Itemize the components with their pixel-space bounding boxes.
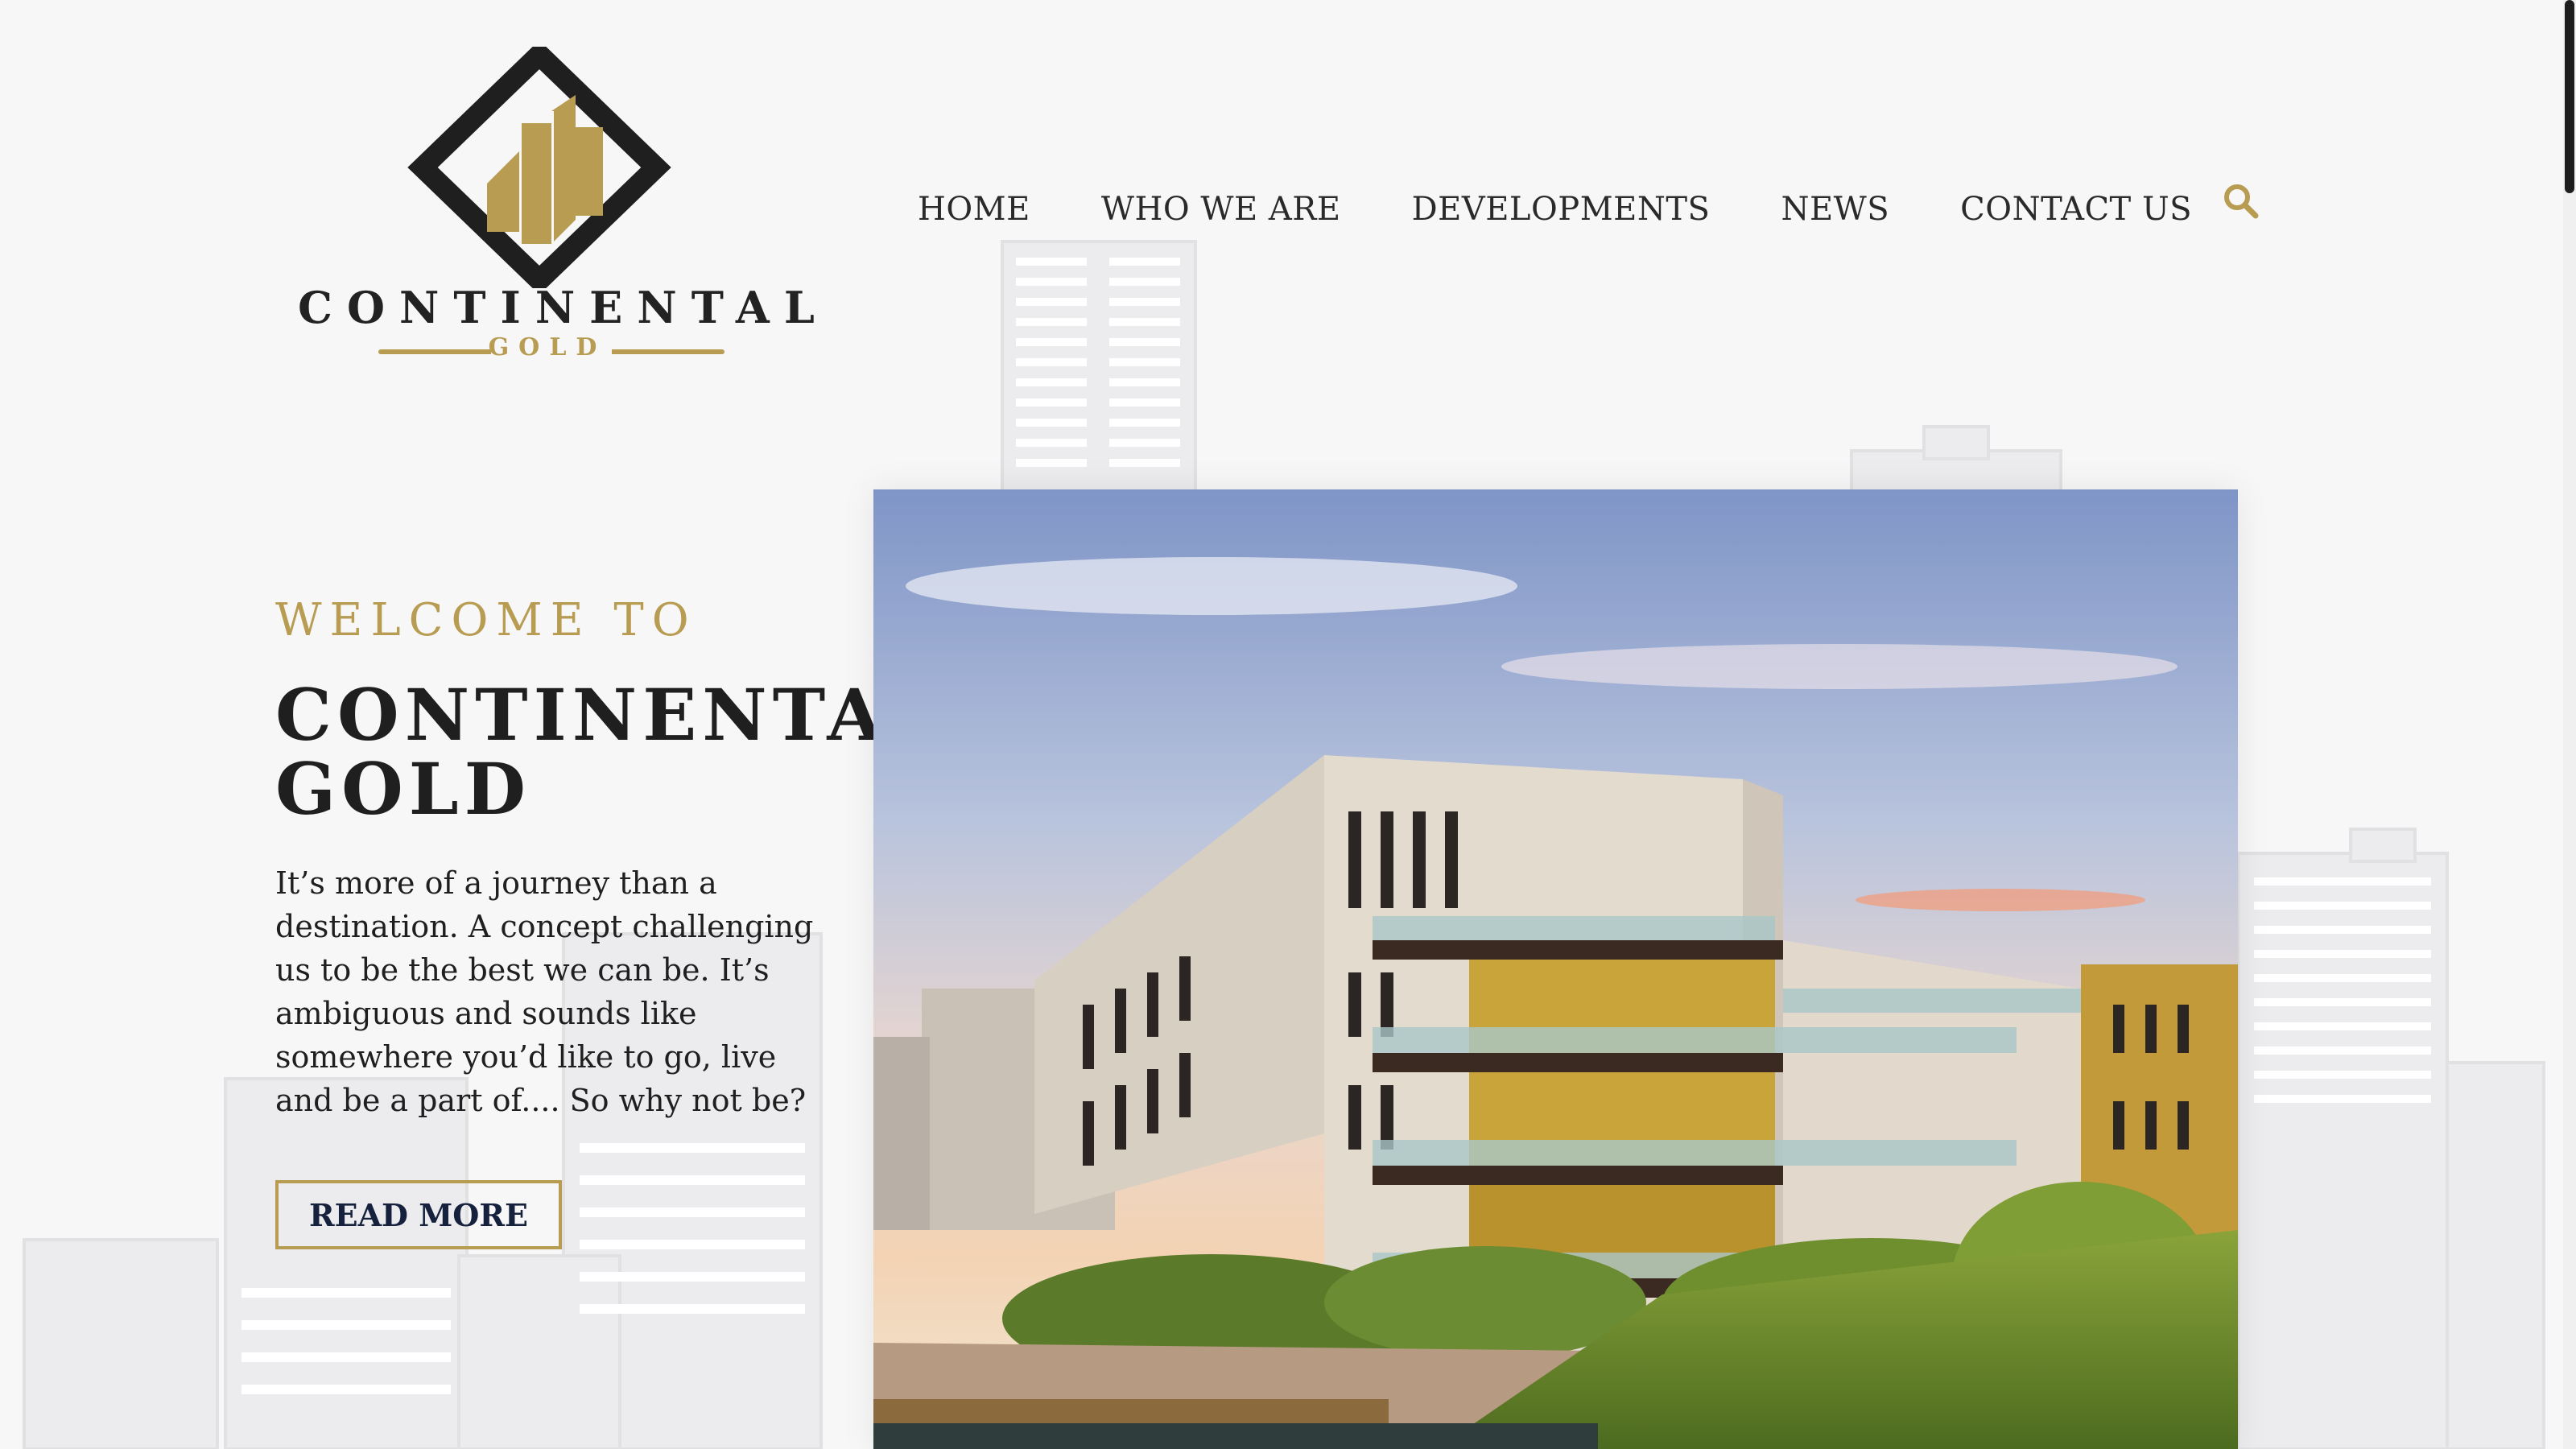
nav-who-we-are[interactable]: WHO WE ARE: [1101, 191, 1341, 228]
nav-home[interactable]: HOME: [918, 191, 1030, 228]
hero-building-image: [873, 489, 2238, 1449]
building-photo-illustration: [873, 489, 2238, 1449]
hero-description: It’s more of a journey than a destinatio…: [275, 865, 814, 1118]
hero-title: CONTINENTAL GOLD: [275, 673, 943, 831]
hero-title-line1: CONTINENTAL: [275, 673, 943, 757]
logo-subtitle: GOLD: [298, 333, 797, 369]
logo-wordmark: CONTINENTAL: [298, 282, 829, 333]
search-icon[interactable]: [2222, 182, 2259, 219]
scrollbar-thumb[interactable]: [2565, 0, 2574, 193]
read-more-button[interactable]: READ MORE: [275, 1180, 562, 1249]
logo-mark-icon: [407, 47, 671, 288]
logo-sub-text: GOLD: [488, 333, 607, 361]
nav-developments[interactable]: DEVELOPMENTS: [1412, 191, 1711, 228]
page-scrollbar[interactable]: [2563, 0, 2576, 1449]
hero-kicker: WELCOME TO: [275, 594, 697, 646]
main-nav: HOME WHO WE ARE DEVELOPMENTS NEWS CONTAC…: [918, 177, 2263, 242]
nav-contact-us[interactable]: CONTACT US: [1960, 191, 2192, 228]
nav-news[interactable]: NEWS: [1781, 191, 1889, 228]
hero-title-line2: GOLD: [275, 747, 531, 831]
brand-logo[interactable]: CONTINENTAL GOLD: [298, 47, 829, 369]
